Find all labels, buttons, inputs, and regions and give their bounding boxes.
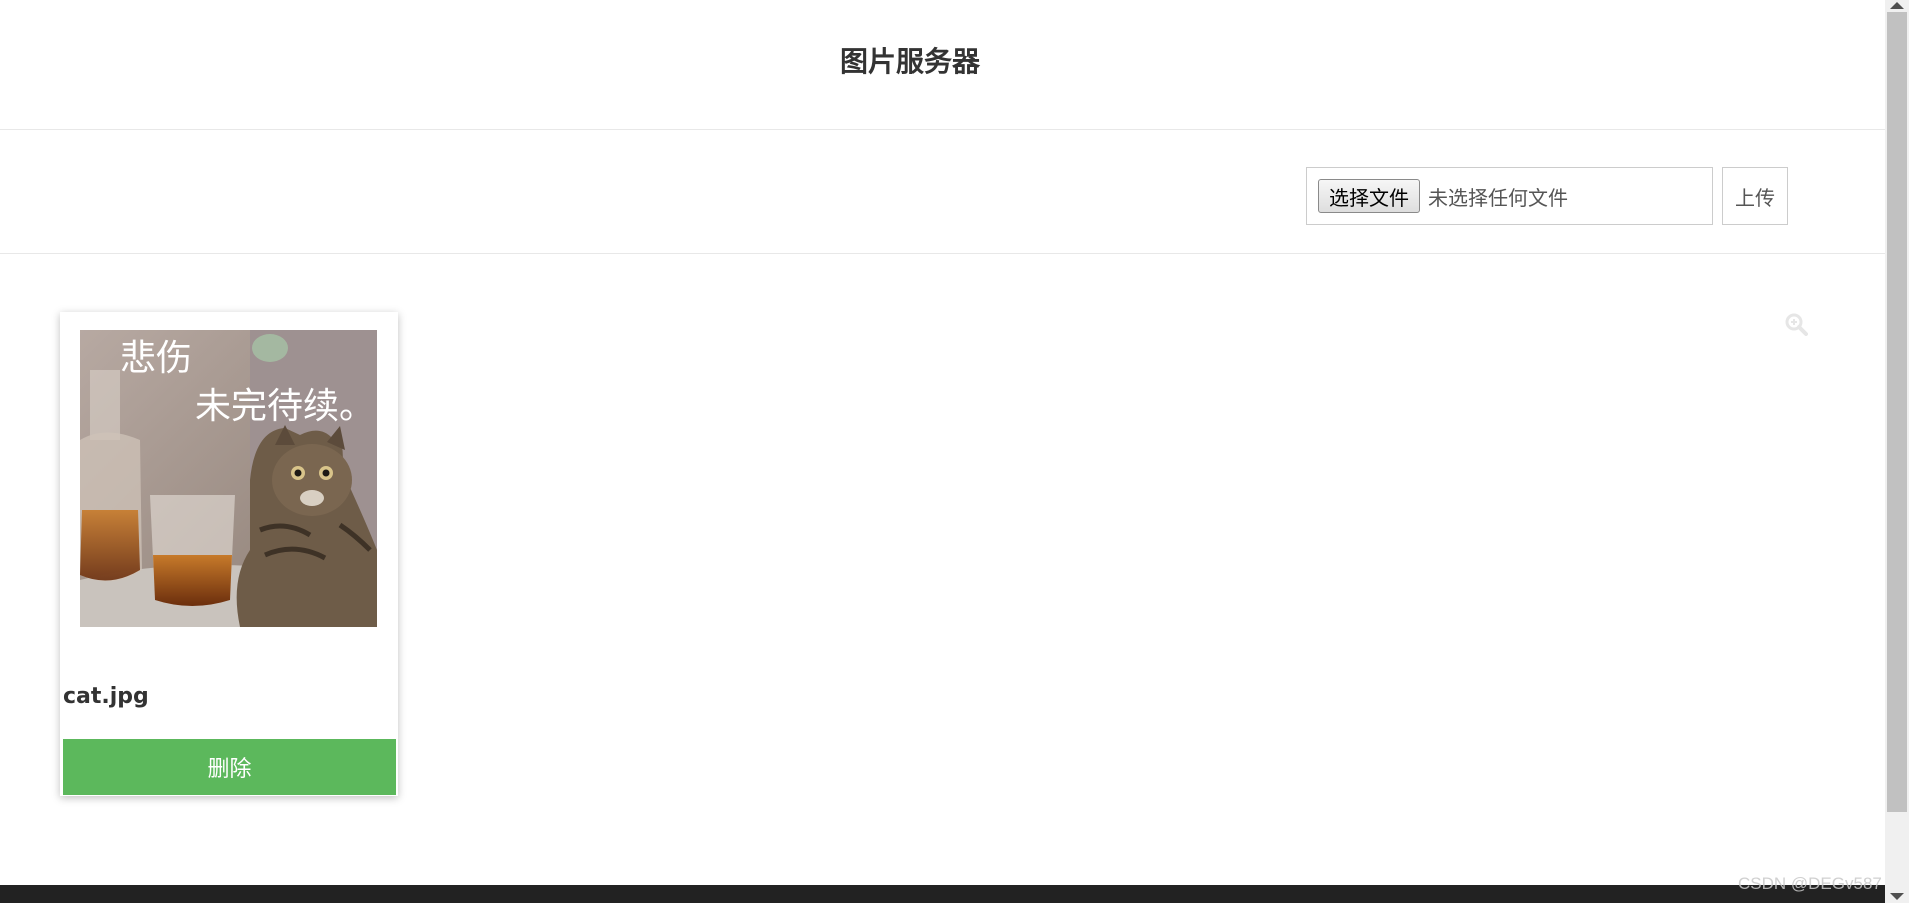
image-card: 悲伤 未完待续。 cat.jpg 删除 (60, 312, 398, 796)
scroll-thumb[interactable] (1887, 12, 1907, 812)
scroll-down-arrow-icon[interactable] (1890, 893, 1904, 900)
file-status-text: 未选择任何文件 (1428, 185, 1568, 210)
delete-button[interactable]: 删除 (63, 739, 396, 795)
vertical-scrollbar[interactable] (1885, 0, 1909, 903)
caption-line-1: 悲伤 (120, 338, 192, 379)
upload-button[interactable]: 上传 (1722, 167, 1788, 225)
image-filename: cat.jpg (63, 684, 149, 709)
gallery: 悲伤 未完待续。 cat.jpg 删除 (0, 254, 1885, 887)
zoom-in-icon[interactable] (1784, 312, 1808, 336)
watermark: CSDN @DEGv587 (1738, 874, 1882, 893)
upload-toolbar: 选择文件 未选择任何文件 上传 (0, 130, 1885, 254)
page-title: 图片服务器 (839, 45, 980, 78)
file-input[interactable]: 选择文件 未选择任何文件 (1306, 167, 1713, 225)
header: 图片服务器 (0, 0, 1885, 130)
page: 图片服务器 选择文件 未选择任何文件 上传 悲伤 未完待续。 cat.jpg 删… (0, 0, 1909, 903)
main-area: 图片服务器 选择文件 未选择任何文件 上传 悲伤 未完待续。 cat.jpg 删… (0, 0, 1885, 903)
choose-file-button[interactable]: 选择文件 (1318, 179, 1420, 213)
image-thumbnail[interactable]: 悲伤 未完待续。 (80, 330, 377, 627)
footer-bar (0, 885, 1885, 903)
caption-line-2: 未完待续。 (195, 386, 375, 427)
scroll-up-arrow-icon[interactable] (1890, 2, 1904, 9)
